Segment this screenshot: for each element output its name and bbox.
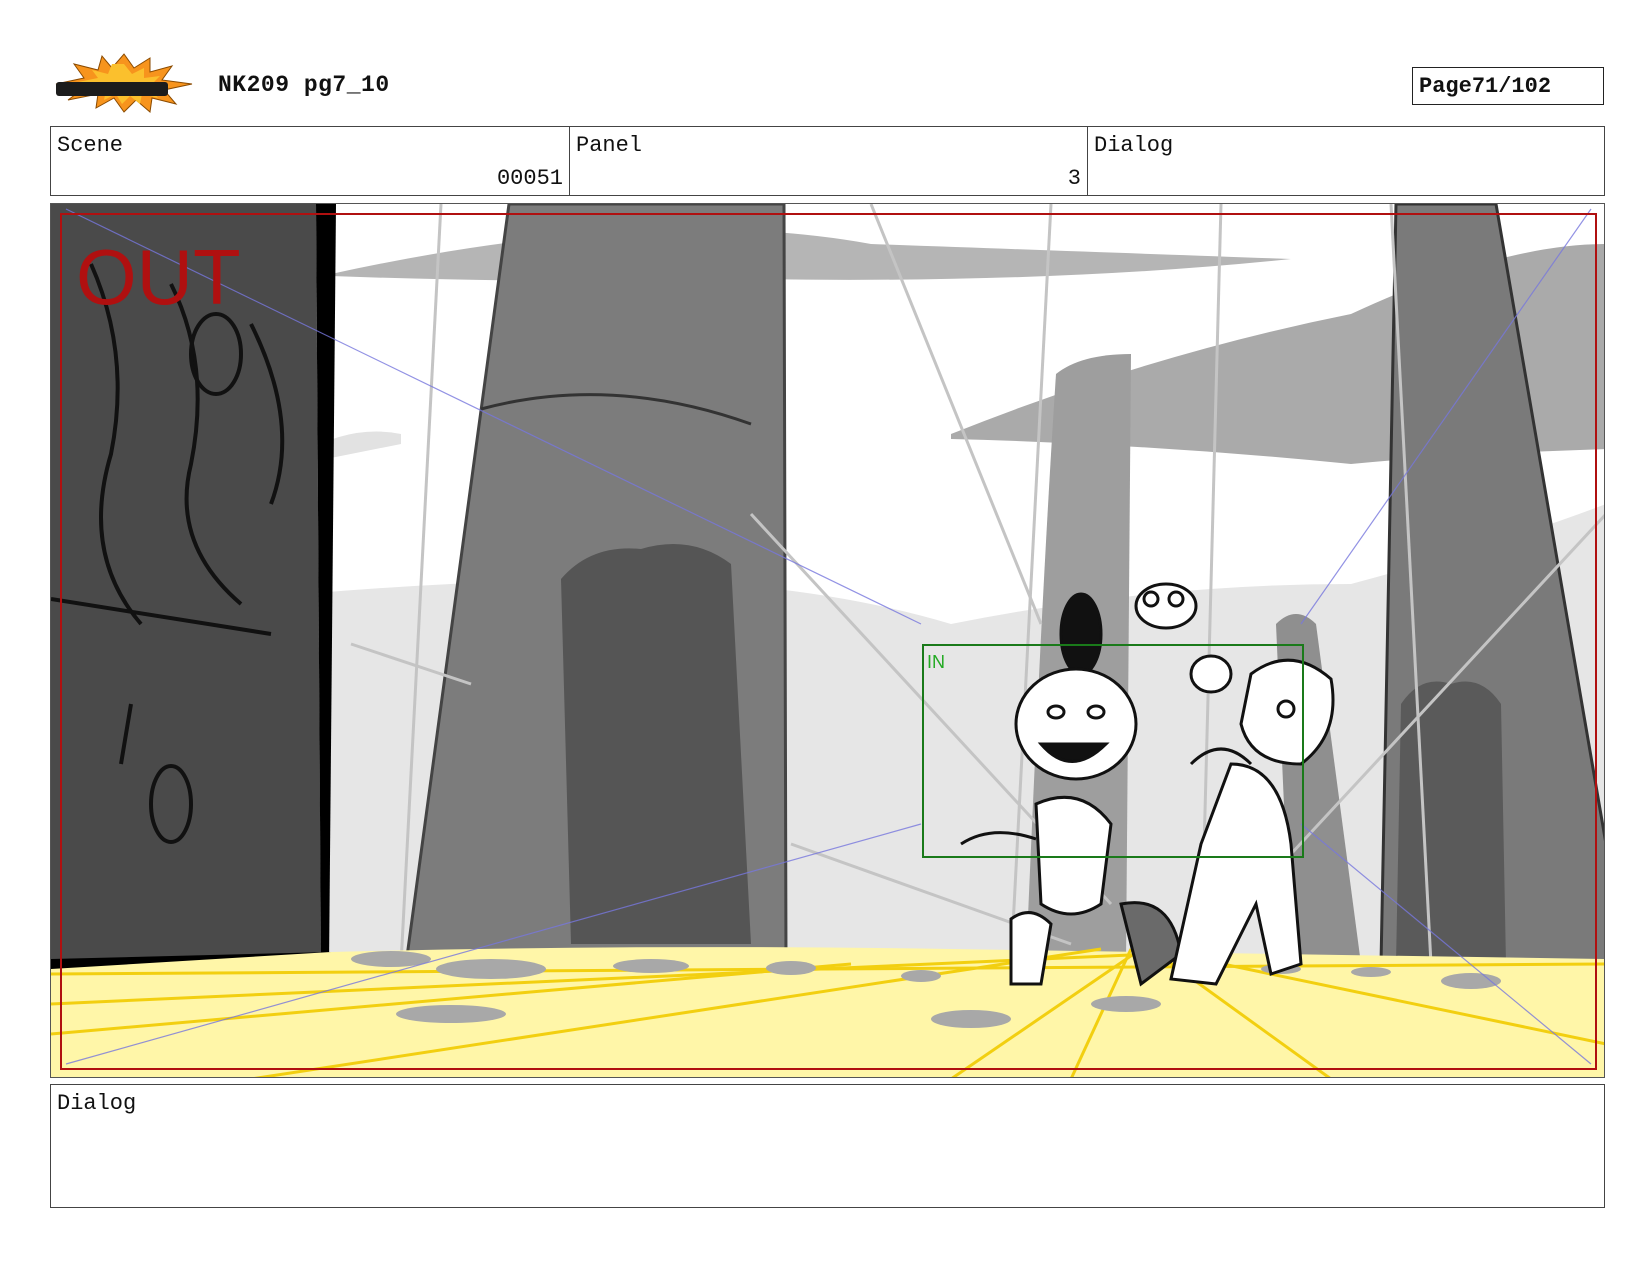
page-counter: Page 71/102 — [1412, 67, 1604, 105]
scene-label: Scene — [57, 133, 124, 158]
in-label: IN — [927, 652, 945, 672]
panel-number: 3 — [1067, 166, 1081, 191]
scene-number: 00051 — [496, 166, 563, 191]
storyboard-panel: OUT IN — [50, 203, 1605, 1078]
storyboard-drawing: OUT IN — [51, 204, 1604, 1077]
trunk-hollow — [561, 544, 751, 944]
dialog-label: Dialog — [57, 1091, 137, 1116]
dialog-cell: Dialog — [1088, 127, 1604, 195]
page-value: 71/102 — [1471, 73, 1552, 99]
panel-cell: Panel 3 — [570, 127, 1088, 195]
page-label: Page — [1419, 73, 1472, 99]
panel-label: Panel — [576, 133, 643, 158]
document-title: NK209 pg7_10 — [218, 72, 390, 98]
dialog-header-label: Dialog — [1094, 133, 1174, 158]
panel-info-row: Scene 00051 Panel 3 Dialog — [50, 126, 1605, 196]
toonboom-logo — [54, 52, 194, 114]
out-label: OUT — [76, 233, 241, 321]
dialog-box: Dialog — [50, 1084, 1605, 1208]
scene-cell: Scene 00051 — [51, 127, 570, 195]
